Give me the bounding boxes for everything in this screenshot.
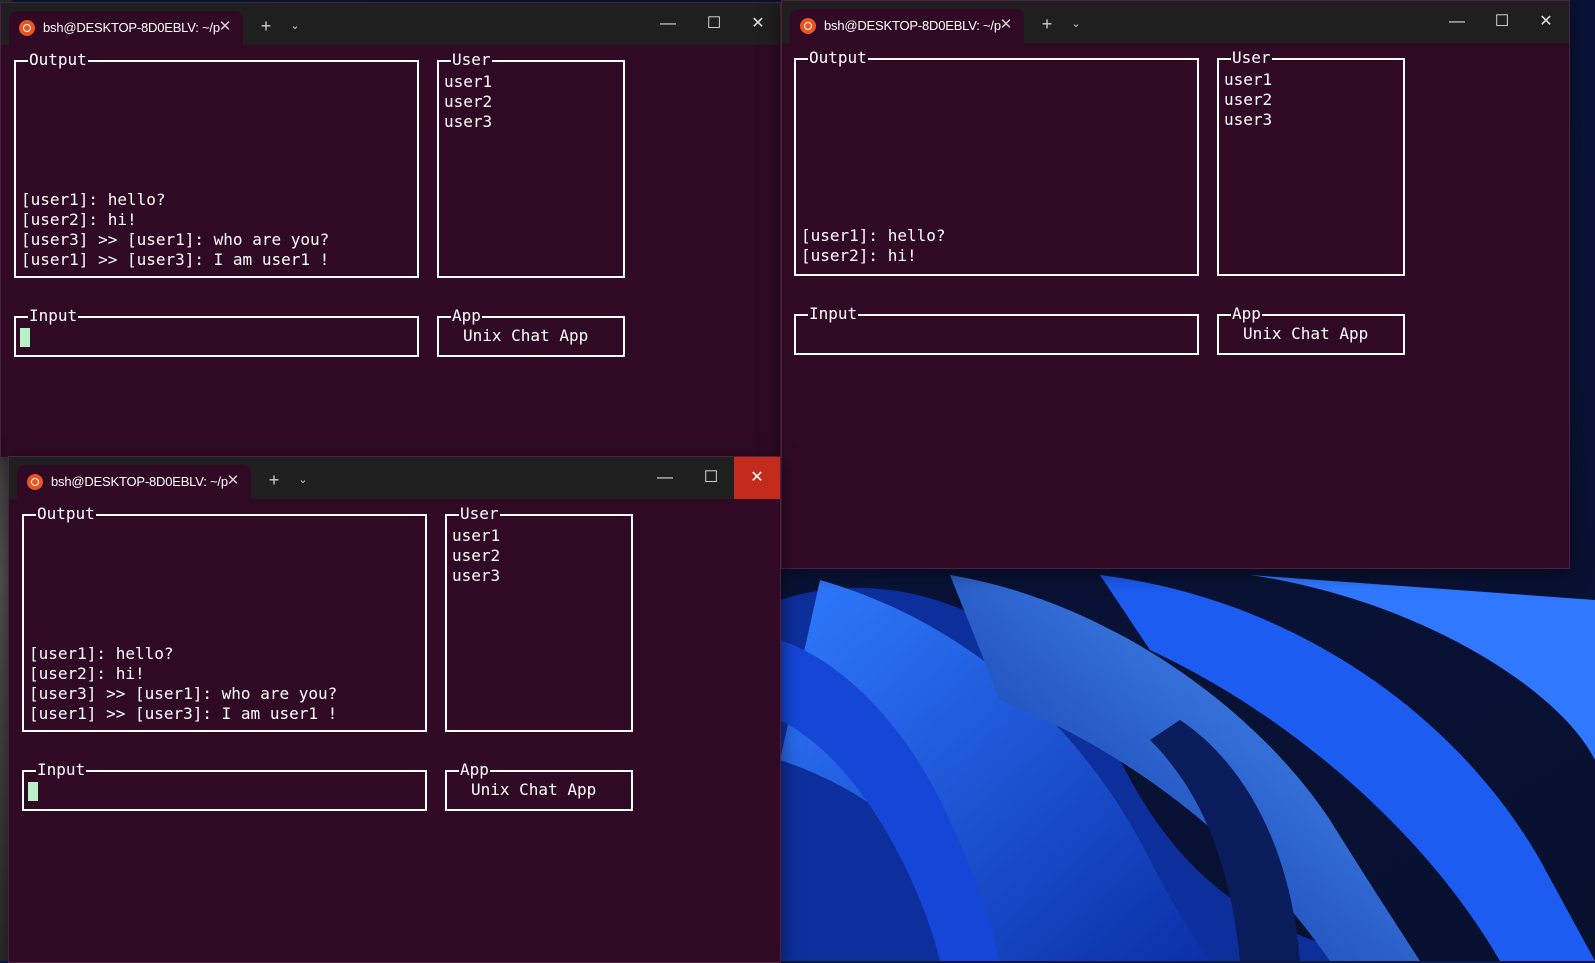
output-panel-title: Output [36,504,96,524]
terminal-tab[interactable]: bsh@DESKTOP-8D0EBLV: ~/p ✕ [9,11,243,45]
tab-dropdown-button[interactable]: ⌄ [294,471,312,489]
user-list-item: user3 [452,566,501,585]
output-line: [user3] >> [user1]: who are you? [21,230,330,249]
minimize-button[interactable]: — [1434,1,1480,43]
tab-title: bsh@DESKTOP-8D0EBLV: ~/p [43,20,220,35]
app-name: Unix Chat App [1243,324,1369,343]
app-name: Unix Chat App [471,780,597,799]
user-panel-title: User [451,50,492,70]
input-panel[interactable]: Input [794,304,1199,355]
terminal-tab[interactable]: bsh@DESKTOP-8D0EBLV: ~/p ✕ [17,465,251,499]
terminal-window-top-left[interactable]: bsh@DESKTOP-8D0EBLV: ~/p ✕ + ⌄ — ☐ ✕ Out… [0,2,781,458]
user-list-item: user1 [452,526,501,545]
input-panel-title: Input [36,760,87,780]
terminal-window-right[interactable]: bsh@DESKTOP-8D0EBLV: ~/p ✕ + ⌄ — ☐ ✕ Out… [781,0,1570,569]
new-tab-button[interactable]: + [256,16,276,36]
user-list-item: user3 [444,112,493,131]
maximize-button[interactable]: ☐ [691,3,737,45]
app-panel: App Unix Chat App [1217,304,1405,355]
text-cursor [28,782,38,801]
output-line: [user1]: hello? [801,226,946,245]
output-line: [user1]: hello? [29,644,174,663]
maximize-button[interactable]: ☐ [1479,1,1525,43]
user-panel: User user1 user2 user3 [437,50,625,278]
app-panel: App Unix Chat App [437,306,625,357]
maximize-button[interactable]: ☐ [688,457,734,499]
output-line: [user1] >> [user3]: I am user1 ! [21,250,330,269]
output-line: [user3] >> [user1]: who are you? [29,684,338,703]
text-cursor [20,328,30,347]
app-panel-title: App [459,760,490,780]
output-panel-title: Output [28,50,88,70]
ubuntu-icon [27,474,43,490]
terminal-window-bottom-left[interactable]: bsh@DESKTOP-8D0EBLV: ~/p ✕ + ⌄ — ☐ ✕ Out… [8,456,781,963]
user-list-item: user2 [452,546,501,565]
user-list-item: user2 [444,92,493,111]
close-button[interactable]: ✕ [734,457,780,499]
app-panel-title: App [1231,304,1262,324]
tab-close-icon[interactable]: ✕ [215,17,235,37]
tab-close-icon[interactable]: ✕ [223,471,243,491]
new-tab-button[interactable]: + [1037,14,1057,34]
title-bar[interactable]: bsh@DESKTOP-8D0EBLV: ~/p ✕ + ⌄ — ☐ ✕ [9,457,780,499]
output-line: [user2]: hi! [21,210,137,229]
minimize-button[interactable]: — [645,3,691,45]
tab-title: bsh@DESKTOP-8D0EBLV: ~/p [824,18,1001,33]
app-name: Unix Chat App [463,326,589,345]
close-button[interactable]: ✕ [1523,1,1569,43]
output-panel: Output [user1]: hello? [user2]: hi! [use… [14,50,419,278]
user-panel-title: User [1231,48,1272,68]
output-line: [user1]: hello? [21,190,166,209]
terminal-body[interactable]: Output [user1]: hello? [user2]: hi! [use… [1,45,780,457]
user-panel: User user1 user2 user3 [1217,48,1405,276]
output-line: [user1] >> [user3]: I am user1 ! [29,704,338,723]
user-list-item: user3 [1224,110,1273,129]
input-panel[interactable]: Input [14,306,419,357]
input-panel-title: Input [28,306,79,326]
ubuntu-icon [800,18,816,34]
title-bar[interactable]: bsh@DESKTOP-8D0EBLV: ~/p ✕ + ⌄ — ☐ ✕ [1,3,780,45]
terminal-body[interactable]: Output [user1]: hello? [user2]: hi! [use… [9,499,780,962]
user-list-item: user1 [444,72,493,91]
tab-dropdown-button[interactable]: ⌄ [1067,15,1085,33]
output-line: [user2]: hi! [801,246,917,265]
output-panel: Output [user1]: hello? [user2]: hi! [794,48,1199,276]
close-button[interactable]: ✕ [735,3,780,45]
user-panel: User user1 user2 user3 [445,504,633,732]
user-list-item: user2 [1224,90,1273,109]
input-panel-title: Input [808,304,859,324]
terminal-body[interactable]: Output [user1]: hello? [user2]: hi! User… [782,43,1569,568]
input-panel[interactable]: Input [22,760,427,811]
tab-close-icon[interactable]: ✕ [996,15,1016,35]
app-panel-title: App [451,306,482,326]
output-panel: Output [user1]: hello? [user2]: hi! [use… [22,504,427,732]
tab-dropdown-button[interactable]: ⌄ [286,17,304,35]
new-tab-button[interactable]: + [264,470,284,490]
ubuntu-icon [19,20,35,36]
app-panel: App Unix Chat App [445,760,633,811]
minimize-button[interactable]: — [642,457,688,499]
user-panel-title: User [459,504,500,524]
user-list-item: user1 [1224,70,1273,89]
output-line: [user2]: hi! [29,664,145,683]
terminal-tab[interactable]: bsh@DESKTOP-8D0EBLV: ~/p ✕ [790,9,1024,43]
title-bar[interactable]: bsh@DESKTOP-8D0EBLV: ~/p ✕ + ⌄ — ☐ ✕ [782,1,1569,43]
output-panel-title: Output [808,48,868,68]
tab-title: bsh@DESKTOP-8D0EBLV: ~/p [51,474,228,489]
